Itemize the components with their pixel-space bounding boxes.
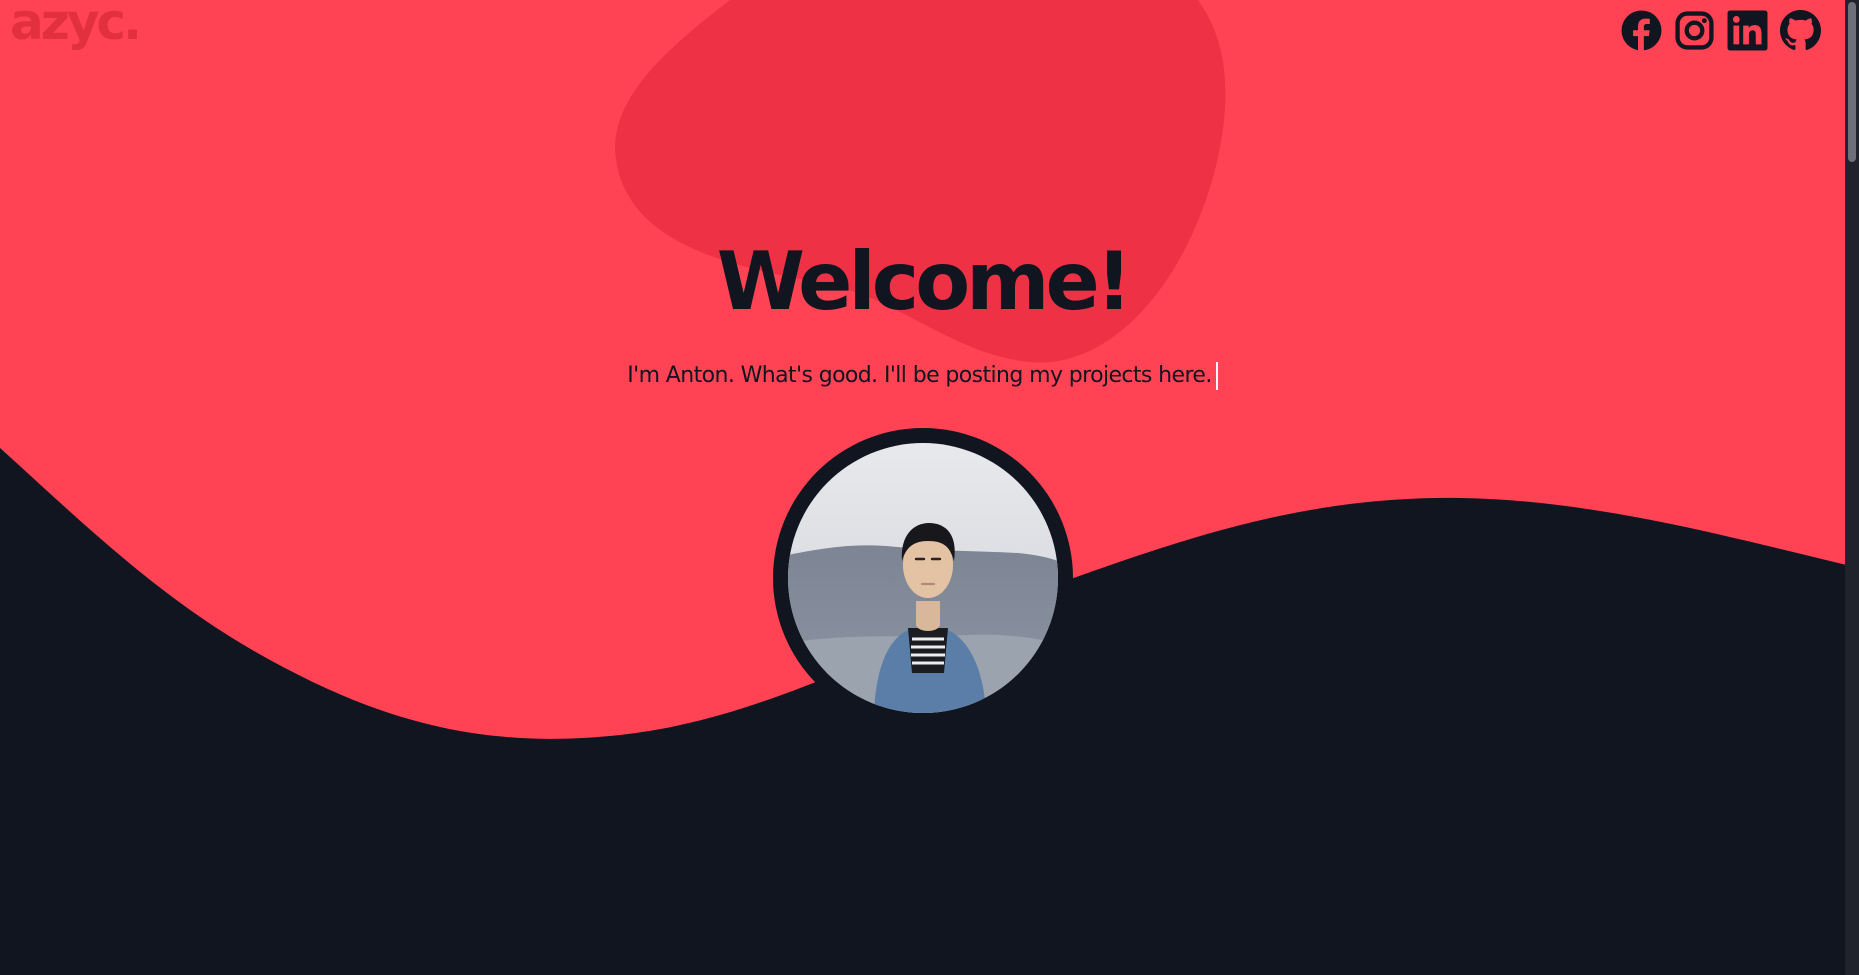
scrollbar-thumb[interactable] <box>1848 2 1856 162</box>
linkedin-link[interactable] <box>1727 10 1768 51</box>
github-link[interactable] <box>1780 10 1821 51</box>
social-links <box>1621 10 1821 51</box>
facebook-link[interactable] <box>1621 10 1662 51</box>
linkedin-icon <box>1727 10 1768 51</box>
profile-avatar <box>773 428 1073 728</box>
welcome-heading: Welcome! <box>716 235 1133 328</box>
profile-photo <box>788 443 1058 713</box>
instagram-icon <box>1675 11 1714 50</box>
typing-cursor <box>1215 362 1218 390</box>
page-scrollbar[interactable] <box>1845 0 1859 975</box>
github-icon <box>1780 10 1821 50</box>
intro-text-content: I'm Anton. What's good. I'll be posting … <box>627 363 1212 388</box>
profile-photo-image <box>788 443 1058 713</box>
instagram-link[interactable] <box>1674 10 1715 51</box>
facebook-icon <box>1621 10 1662 51</box>
page: azyc. Welcome! I'm Anton. What's good. I… <box>0 0 1859 975</box>
intro-text: I'm Anton. What's good. I'll be posting … <box>0 361 1845 391</box>
site-logo[interactable]: azyc. <box>10 0 142 52</box>
